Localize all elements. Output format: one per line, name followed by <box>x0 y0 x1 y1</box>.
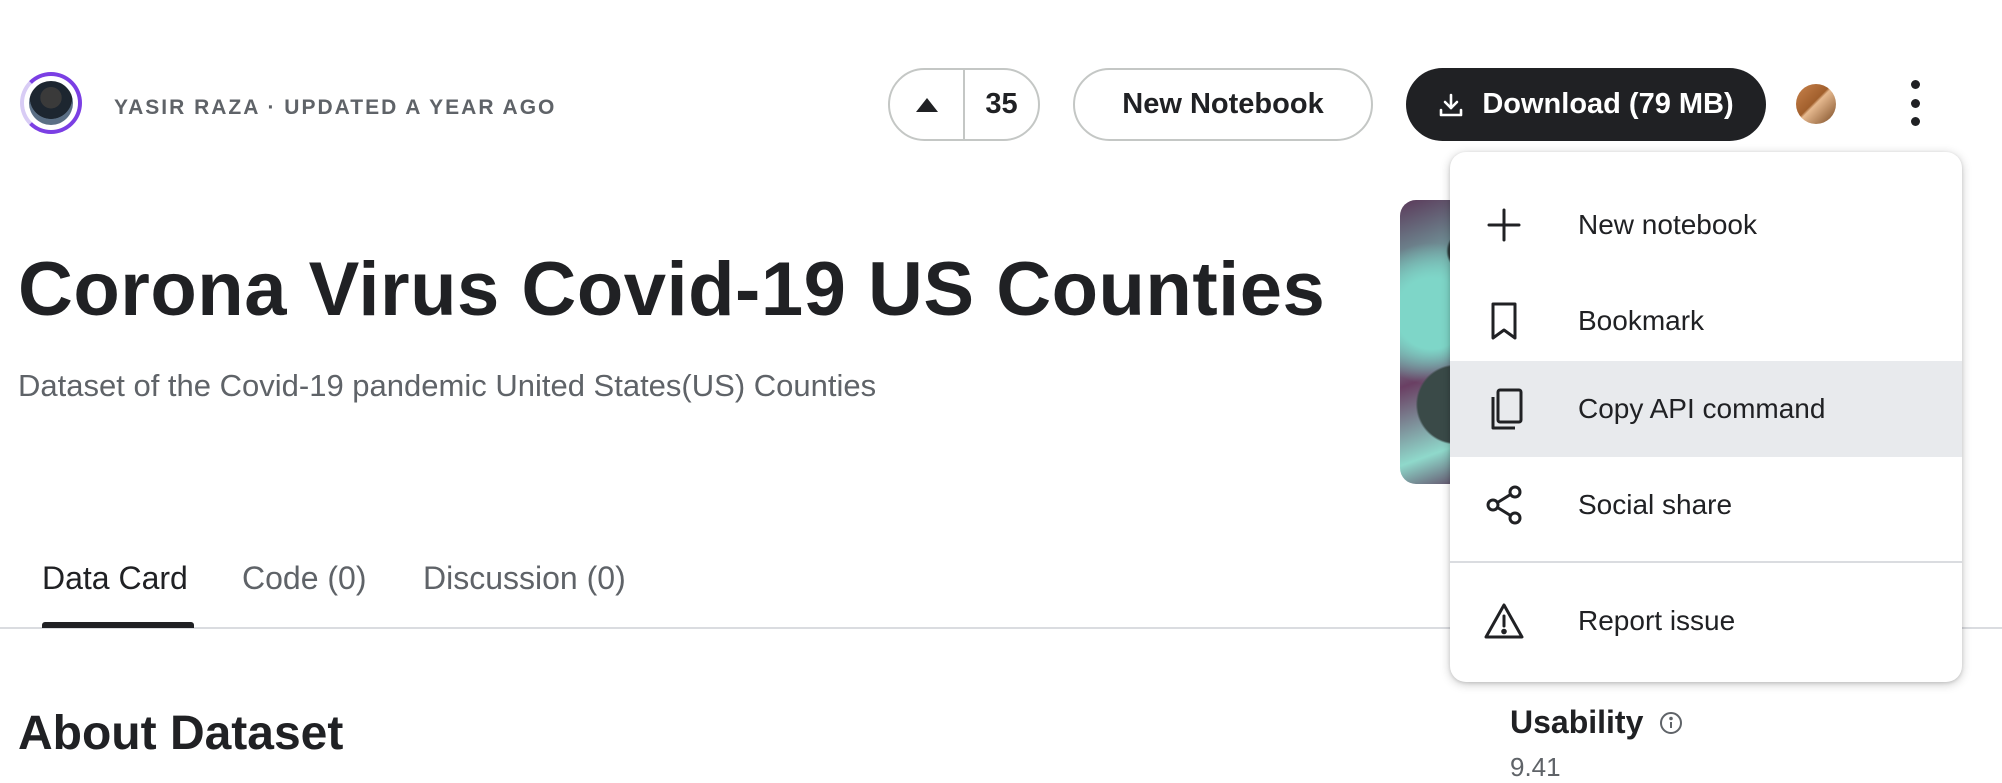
info-icon[interactable] <box>1659 711 1683 735</box>
active-tab-indicator <box>42 622 194 628</box>
new-notebook-button[interactable]: New Notebook <box>1073 68 1373 141</box>
author-byline: YASIR RAZA · UPDATED A YEAR AGO <box>114 96 557 119</box>
menu-item-label: New notebook <box>1578 209 1758 240</box>
download-button[interactable]: Download (79 MB) <box>1406 68 1766 141</box>
tab-data-card[interactable]: Data Card <box>42 560 188 597</box>
download-icon <box>1440 93 1463 116</box>
share-icon <box>1482 483 1526 527</box>
upvote-count: 35 <box>985 88 1018 120</box>
warning-icon <box>1482 599 1526 643</box>
menu-item-label: Social share <box>1578 489 1733 520</box>
menu-item-label: Report issue <box>1578 605 1736 636</box>
menu-item-new-notebook[interactable]: New notebook <box>1450 177 1962 273</box>
copy-icon <box>1482 387 1526 431</box>
menu-item-report-issue[interactable]: Report issue <box>1450 573 1962 669</box>
menu-item-bookmark[interactable]: Bookmark <box>1450 273 1962 369</box>
bookmark-icon <box>1482 299 1526 343</box>
menu-item-label: Copy API command <box>1578 393 1826 424</box>
dataset-title: Corona Virus Covid-19 US Counties <box>18 247 1326 332</box>
tab-code[interactable]: Code (0) <box>242 560 367 597</box>
usability-score: 9.41 <box>1510 752 1561 782</box>
menu-item-label: Bookmark <box>1578 305 1705 336</box>
download-label: Download (79 MB) <box>1482 88 1734 120</box>
upvote-button[interactable] <box>890 70 965 139</box>
dataset-subtitle: Dataset of the Covid-19 pandemic United … <box>18 368 877 403</box>
author-avatar-image <box>29 81 73 125</box>
author-avatar[interactable] <box>20 72 82 134</box>
menu-divider <box>1450 561 1962 563</box>
caret-up-icon <box>915 97 938 112</box>
tab-discussion[interactable]: Discussion (0) <box>423 560 626 597</box>
menu-item-copy-api-command[interactable]: Copy API command <box>1450 361 1962 457</box>
about-dataset-heading: About Dataset <box>18 707 344 760</box>
more-options-icon[interactable] <box>1900 80 1930 126</box>
user-profile-avatar[interactable] <box>1796 84 1836 124</box>
more-options-menu: New notebook Bookmark Copy API command S… <box>1450 152 1962 682</box>
upvote-widget: 35 <box>888 68 1040 141</box>
menu-item-social-share[interactable]: Social share <box>1450 457 1962 553</box>
plus-icon <box>1482 203 1526 247</box>
usability-heading: Usability <box>1510 704 1683 741</box>
usability-label: Usability <box>1510 704 1644 740</box>
